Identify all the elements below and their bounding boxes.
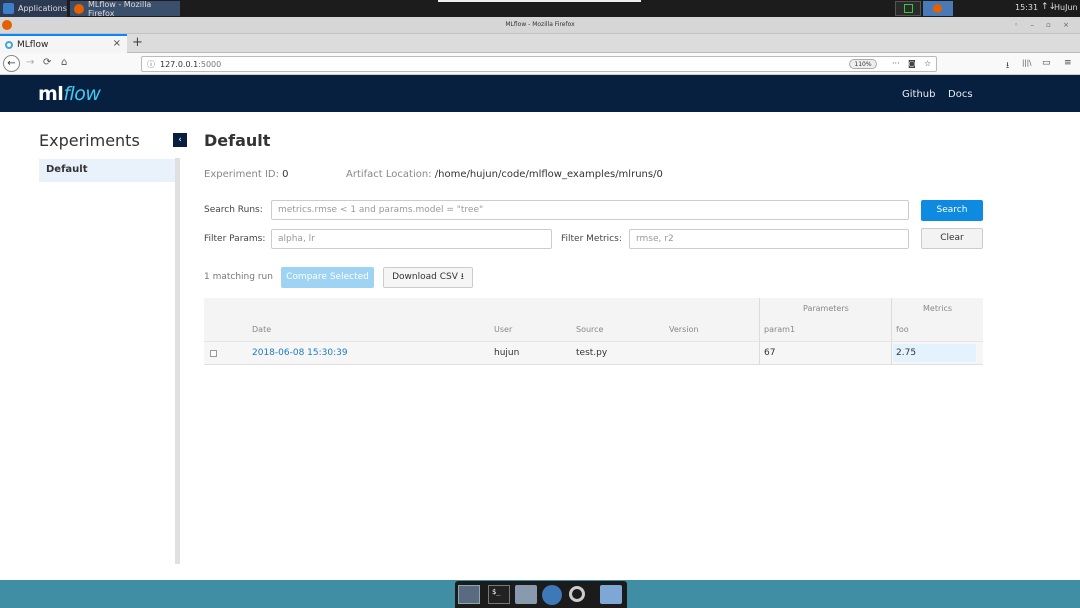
column-divider bbox=[759, 298, 760, 341]
column-divider bbox=[891, 298, 892, 341]
filter-params-input[interactable]: alpha, lr bbox=[271, 229, 552, 249]
search-runs-label: Search Runs: bbox=[204, 205, 263, 215]
mlflow-favicon-icon bbox=[5, 40, 13, 49]
taskbar-firefox-window[interactable]: MLflow - Mozilla Firefox bbox=[70, 0, 180, 18]
filter-metrics-input[interactable]: rmse, r2 bbox=[629, 229, 909, 249]
run-date-link[interactable]: 2018-06-08 15:30:39 bbox=[252, 348, 348, 358]
home-icon[interactable]: ⌂ bbox=[61, 57, 67, 68]
column-divider bbox=[759, 342, 760, 365]
tab-mlflow[interactable]: MLflow × bbox=[0, 34, 127, 53]
collapse-sidebar-button[interactable]: ‹ bbox=[173, 133, 187, 147]
url-host: 127.0.0.1 bbox=[160, 60, 199, 69]
table-row: 2018-06-08 15:30:39 hujun test.py 67 2.7… bbox=[204, 341, 983, 365]
close-tab-icon[interactable]: × bbox=[113, 38, 121, 49]
window-title: MLflow - Mozilla Firefox bbox=[505, 21, 575, 28]
logo-ml: ml bbox=[38, 83, 64, 105]
application-dock: $_ bbox=[455, 581, 627, 608]
filter-params-label: Filter Params: bbox=[204, 234, 266, 244]
mlflow-logo[interactable]: mlflow bbox=[38, 83, 101, 105]
url-text[interactable]: 127.0.0.1:5000 bbox=[160, 60, 221, 69]
mlflow-header: mlflow Github Docs bbox=[0, 75, 1080, 112]
url-port: :5000 bbox=[198, 60, 222, 69]
tray-workspace-1[interactable] bbox=[895, 1, 921, 16]
column-header-param1[interactable]: param1 bbox=[764, 325, 795, 334]
terminal-icon[interactable]: $_ bbox=[488, 585, 510, 604]
column-header-source[interactable]: Source bbox=[576, 325, 603, 334]
url-bar[interactable]: ⓘ 127.0.0.1:5000 110% ··· ◙ ☆ bbox=[141, 56, 937, 72]
taskbar-window-label: MLflow - Mozilla Firefox bbox=[87, 0, 152, 18]
clock[interactable]: 15:31 bbox=[1015, 3, 1038, 12]
matching-runs-count: 1 matching run bbox=[204, 272, 273, 282]
column-header-version[interactable]: Version bbox=[669, 325, 698, 334]
download-csv-button[interactable]: Download CSV ⭳ bbox=[383, 267, 473, 288]
applications-menu[interactable]: Applications bbox=[0, 0, 67, 17]
artifact-location-label: Artifact Location: bbox=[346, 169, 432, 180]
search-button[interactable]: Search bbox=[921, 200, 983, 221]
firefox-icon bbox=[74, 3, 84, 14]
artifact-location: Artifact Location: /home/hujun/code/mlfl… bbox=[346, 169, 663, 180]
bookmark-star-icon[interactable]: ☆ bbox=[924, 59, 931, 68]
logo-flow: flow bbox=[63, 83, 101, 105]
experiments-heading: Experiments bbox=[39, 131, 140, 150]
sidebar-icon[interactable]: ▭ bbox=[1042, 58, 1051, 68]
runs-table-header: Parameters Metrics Date User Source Vers… bbox=[204, 298, 983, 341]
pocket-icon[interactable]: ◙ bbox=[908, 59, 916, 68]
tab-title: MLflow bbox=[17, 39, 49, 50]
firefox-tray-icon bbox=[933, 4, 942, 13]
run-param1: 67 bbox=[764, 348, 776, 358]
applications-icon bbox=[3, 3, 14, 14]
experiment-title: Default bbox=[204, 131, 271, 150]
column-header-user[interactable]: User bbox=[494, 325, 512, 334]
zoom-level[interactable]: 110% bbox=[849, 59, 877, 69]
tab-bar: MLflow × + bbox=[0, 34, 1080, 53]
run-metric-foo: 2.75 bbox=[896, 348, 917, 358]
back-button[interactable]: ← bbox=[3, 55, 20, 72]
library-icon[interactable]: |||\ bbox=[1022, 59, 1031, 67]
sidebar-divider bbox=[175, 158, 180, 564]
reload-icon[interactable]: ⟳ bbox=[43, 57, 51, 68]
search-icon[interactable] bbox=[569, 586, 585, 602]
system-panel: Applications MLflow - Mozilla Firefox 15… bbox=[0, 0, 1080, 18]
show-desktop-icon[interactable] bbox=[458, 585, 480, 604]
run-source: test.py bbox=[576, 348, 608, 358]
panel-divider bbox=[438, 0, 641, 2]
home-folder-icon[interactable] bbox=[515, 585, 537, 604]
forward-icon[interactable]: → bbox=[26, 57, 34, 68]
filter-metrics-label: Filter Metrics: bbox=[561, 234, 622, 244]
terminal-tray-icon bbox=[904, 4, 913, 13]
window-controls[interactable]: ◦ – ▫ × bbox=[1014, 21, 1074, 29]
column-header-date[interactable]: Date bbox=[252, 325, 271, 334]
files-folder-icon[interactable] bbox=[600, 585, 622, 604]
site-info-icon[interactable]: ⓘ bbox=[147, 59, 155, 70]
parameters-group-header: Parameters bbox=[803, 304, 849, 313]
new-tab-button[interactable]: + bbox=[132, 35, 143, 50]
column-header-foo[interactable]: foo bbox=[896, 325, 909, 334]
downloads-icon[interactable]: ⭳ bbox=[1006, 58, 1009, 74]
experiment-id: Experiment ID: 0 bbox=[204, 169, 289, 180]
tray-workspace-2[interactable] bbox=[923, 1, 953, 16]
experiment-id-label: Experiment ID: bbox=[204, 169, 279, 180]
run-user: hujun bbox=[494, 348, 520, 358]
column-divider bbox=[891, 342, 892, 365]
clear-button[interactable]: Clear bbox=[921, 228, 983, 249]
menu-icon[interactable]: ≡ bbox=[1064, 58, 1072, 68]
web-browser-icon[interactable] bbox=[542, 585, 562, 605]
applications-label: Applications bbox=[18, 4, 67, 13]
navigation-toolbar: ← → ⟳ ⌂ ⓘ 127.0.0.1:5000 110% ··· ◙ ☆ ⭳ … bbox=[0, 53, 1080, 75]
sidebar-item-default[interactable]: Default bbox=[39, 159, 175, 182]
row-checkbox[interactable] bbox=[210, 350, 217, 357]
window-titlebar: MLflow - Mozilla Firefox ◦ – ▫ × bbox=[0, 17, 1080, 34]
docs-link[interactable]: Docs bbox=[948, 89, 973, 100]
search-runs-input[interactable]: metrics.rmse < 1 and params.model = "tre… bbox=[271, 200, 909, 220]
github-link[interactable]: Github bbox=[902, 89, 935, 100]
metrics-group-header: Metrics bbox=[923, 304, 953, 313]
page-actions-icon[interactable]: ··· bbox=[892, 59, 900, 68]
experiment-id-value: 0 bbox=[282, 169, 289, 180]
artifact-location-value: /home/hujun/code/mlflow_examples/mlruns/… bbox=[434, 169, 663, 180]
user-name[interactable]: HuJun bbox=[1054, 3, 1078, 12]
compare-selected-button[interactable]: Compare Selected bbox=[281, 267, 374, 288]
